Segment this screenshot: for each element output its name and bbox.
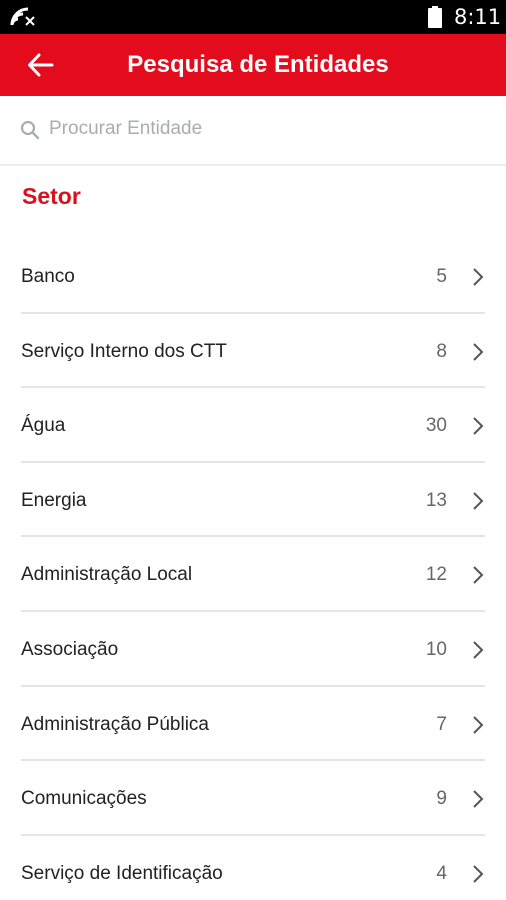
sector-label: Administração Pública bbox=[21, 713, 209, 735]
sector-count: 13 bbox=[425, 489, 447, 511]
list-item[interactable]: Banco 5 bbox=[21, 239, 485, 314]
sector-label: Administração Local bbox=[21, 564, 193, 586]
sector-count: 8 bbox=[436, 340, 447, 362]
sector-count: 30 bbox=[425, 415, 447, 437]
list-item[interactable]: Serviço Interno dos CTT 8 bbox=[21, 314, 485, 389]
section-title: Setor bbox=[22, 183, 81, 209]
sector-count: 5 bbox=[436, 266, 447, 287]
chevron-right-icon bbox=[473, 865, 484, 883]
sector-label: Associação bbox=[21, 638, 119, 660]
sector-count: 7 bbox=[436, 713, 447, 735]
sector-list: Banco 5 Serviço Interno dos CTT 8 Água 30 Ener… bbox=[0, 239, 506, 900]
page-title: Pesquisa de Entidades bbox=[127, 51, 389, 78]
list-item[interactable]: Associação 10 bbox=[21, 612, 485, 687]
status-bar: 8:11 bbox=[0, 0, 506, 34]
chevron-right-icon bbox=[473, 566, 484, 585]
sector-count: 9 bbox=[436, 788, 447, 810]
sector-label: Banco bbox=[21, 266, 75, 287]
chevron-right-icon bbox=[473, 790, 484, 808]
list-item[interactable]: Administração Local 12 bbox=[21, 537, 485, 612]
chevron-right-icon bbox=[473, 342, 484, 361]
list-item[interactable]: Comunicações 9 bbox=[21, 761, 485, 836]
search-icon bbox=[20, 120, 40, 140]
sector-count: 4 bbox=[436, 862, 447, 884]
sector-count: 10 bbox=[425, 638, 447, 660]
wifi-icon bbox=[10, 7, 35, 26]
list-item[interactable]: Serviço de Identificação 4 bbox=[21, 836, 485, 900]
chevron-right-icon bbox=[473, 715, 484, 734]
chevron-right-icon bbox=[473, 268, 484, 286]
sector-label: Serviço Interno dos CTT bbox=[21, 340, 227, 362]
app-bar: Pesquisa de Entidades bbox=[0, 34, 506, 96]
sector-count: 12 bbox=[425, 564, 447, 586]
sector-label: Água bbox=[21, 415, 66, 437]
sector-label: Serviço de Identificação bbox=[21, 862, 223, 884]
chevron-right-icon bbox=[473, 492, 484, 510]
status-time: 8:11 bbox=[454, 5, 502, 29]
search-input[interactable] bbox=[49, 114, 469, 144]
sector-label: Comunicações bbox=[21, 788, 147, 810]
list-item[interactable]: Água 30 bbox=[21, 388, 485, 463]
chevron-right-icon bbox=[473, 417, 484, 435]
list-item[interactable]: Energia 13 bbox=[21, 463, 485, 538]
sector-label: Energia bbox=[21, 489, 87, 511]
list-item[interactable]: Administração Pública 7 bbox=[21, 687, 485, 762]
search-bar bbox=[0, 96, 506, 166]
battery-icon bbox=[428, 6, 442, 28]
chevron-right-icon bbox=[473, 641, 484, 659]
